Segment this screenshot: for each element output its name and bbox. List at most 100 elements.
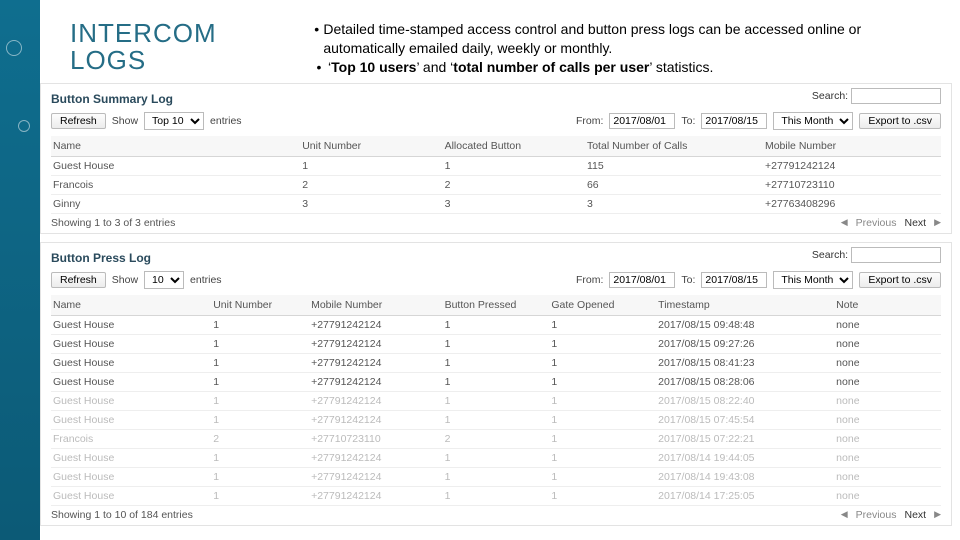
col-btn[interactable]: Allocated Button bbox=[443, 136, 585, 157]
cell-calls: 66 bbox=[585, 175, 763, 194]
cell-ts: 2017/08/15 08:41:23 bbox=[656, 353, 834, 372]
summary-show-select[interactable]: Top 10 bbox=[144, 112, 204, 130]
press-search-input[interactable] bbox=[851, 247, 941, 263]
cell-name: Guest House bbox=[51, 391, 211, 410]
next-icon: ▶ bbox=[934, 509, 941, 520]
title-line1: INTERCOM bbox=[70, 18, 217, 48]
cell-pressed: 1 bbox=[443, 372, 550, 391]
summary-search-input[interactable] bbox=[851, 88, 941, 104]
cell-gate: 1 bbox=[549, 429, 656, 448]
cell-unit: 1 bbox=[211, 353, 309, 372]
cell-gate: 1 bbox=[549, 467, 656, 486]
cell-gate: 1 bbox=[549, 315, 656, 334]
cell-pressed: 1 bbox=[443, 353, 550, 372]
summary-prev[interactable]: Previous bbox=[856, 217, 897, 229]
summary-to-input[interactable] bbox=[701, 113, 767, 129]
col-unit[interactable]: Unit Number bbox=[211, 295, 309, 316]
press-table: Name Unit Number Mobile Number Button Pr… bbox=[51, 295, 941, 506]
cell-unit: 3 bbox=[300, 194, 442, 213]
summary-table: Name Unit Number Allocated Button Total … bbox=[51, 136, 941, 214]
summary-title: Button Summary Log bbox=[51, 92, 941, 106]
press-next[interactable]: Next bbox=[904, 509, 926, 521]
entries-label: entries bbox=[190, 274, 222, 286]
press-prev[interactable]: Previous bbox=[856, 509, 897, 521]
col-name[interactable]: Name bbox=[51, 295, 211, 316]
cell-ts: 2017/08/15 07:22:21 bbox=[656, 429, 834, 448]
cell-name: Guest House bbox=[51, 156, 300, 175]
cell-name: Guest House bbox=[51, 448, 211, 467]
to-label: To: bbox=[681, 115, 695, 127]
cell-unit: 1 bbox=[211, 372, 309, 391]
cell-note: none bbox=[834, 410, 941, 429]
cell-gate: 1 bbox=[549, 334, 656, 353]
cell-pressed: 1 bbox=[443, 410, 550, 429]
summary-export-button[interactable]: Export to .csv bbox=[859, 113, 941, 129]
search-label: Search: bbox=[812, 90, 848, 102]
cell-name: Guest House bbox=[51, 486, 211, 505]
col-ts[interactable]: Timestamp bbox=[656, 295, 834, 316]
cell-pressed: 1 bbox=[443, 334, 550, 353]
cell-pressed: 1 bbox=[443, 467, 550, 486]
press-pager: ◀ Previous Next ▶ bbox=[841, 509, 941, 521]
cell-mobile: +27791242124 bbox=[309, 467, 443, 486]
slide-bullets: •Detailed time-stamped access control an… bbox=[310, 20, 940, 77]
press-search: Search: bbox=[812, 247, 941, 263]
cell-gate: 1 bbox=[549, 448, 656, 467]
press-show-select[interactable]: 10 bbox=[144, 271, 184, 289]
table-row: Francois2+27710723110212017/08/15 07:22:… bbox=[51, 429, 941, 448]
table-row: Guest House1+27791242124112017/08/15 08:… bbox=[51, 372, 941, 391]
cell-gate: 1 bbox=[549, 372, 656, 391]
cell-ts: 2017/08/15 09:48:48 bbox=[656, 315, 834, 334]
table-row: Guest House1+27791242124112017/08/14 19:… bbox=[51, 467, 941, 486]
press-title: Button Press Log bbox=[51, 251, 941, 265]
cell-name: Ginny bbox=[51, 194, 300, 213]
summary-refresh-button[interactable]: Refresh bbox=[51, 113, 106, 129]
cell-pressed: 1 bbox=[443, 486, 550, 505]
to-label: To: bbox=[681, 274, 695, 286]
summary-search: Search: bbox=[812, 88, 941, 104]
col-gate[interactable]: Gate Opened bbox=[549, 295, 656, 316]
from-label: From: bbox=[576, 115, 603, 127]
press-to-input[interactable] bbox=[701, 272, 767, 288]
press-range-select[interactable]: This Month bbox=[773, 271, 853, 289]
cell-name: Francois bbox=[51, 175, 300, 194]
press-from-input[interactable] bbox=[609, 272, 675, 288]
cell-name: Guest House bbox=[51, 315, 211, 334]
col-note[interactable]: Note bbox=[834, 295, 941, 316]
summary-toolbar: Refresh Show Top 10 entries From: To: Th… bbox=[51, 112, 941, 130]
cell-btn: 1 bbox=[443, 156, 585, 175]
summary-showing: Showing 1 to 3 of 3 entries bbox=[51, 217, 175, 229]
cell-name: Guest House bbox=[51, 467, 211, 486]
cell-gate: 1 bbox=[549, 486, 656, 505]
press-panel: Search: Button Press Log Refresh Show 10… bbox=[40, 242, 952, 526]
cell-mobile: +27791242124 bbox=[309, 448, 443, 467]
summary-next[interactable]: Next bbox=[904, 217, 926, 229]
cell-unit: 1 bbox=[211, 315, 309, 334]
col-name[interactable]: Name bbox=[51, 136, 300, 157]
cell-ts: 2017/08/15 09:27:26 bbox=[656, 334, 834, 353]
table-row: Guest House1+27791242124112017/08/15 07:… bbox=[51, 410, 941, 429]
table-row: Francois2266+27710723110 bbox=[51, 175, 941, 194]
cell-gate: 1 bbox=[549, 391, 656, 410]
from-label: From: bbox=[576, 274, 603, 286]
cell-note: none bbox=[834, 486, 941, 505]
summary-from-input[interactable] bbox=[609, 113, 675, 129]
bullet-1: Detailed time-stamped access control and… bbox=[323, 20, 940, 58]
cell-note: none bbox=[834, 448, 941, 467]
col-mobile[interactable]: Mobile Number bbox=[309, 295, 443, 316]
col-pressed[interactable]: Button Pressed bbox=[443, 295, 550, 316]
press-refresh-button[interactable]: Refresh bbox=[51, 272, 106, 288]
slide-header: INTERCOM LOGS •Detailed time-stamped acc… bbox=[0, 0, 960, 83]
bullet-2: ‘Top 10 users’ and ‘total number of call… bbox=[328, 58, 713, 77]
summary-footer: Showing 1 to 3 of 3 entries ◀ Previous N… bbox=[51, 214, 941, 229]
title-line2: LOGS bbox=[70, 45, 146, 75]
col-calls[interactable]: Total Number of Calls bbox=[585, 136, 763, 157]
col-unit[interactable]: Unit Number bbox=[300, 136, 442, 157]
col-mobile[interactable]: Mobile Number bbox=[763, 136, 941, 157]
show-label: Show bbox=[112, 115, 138, 127]
search-label: Search: bbox=[812, 249, 848, 261]
summary-range-select[interactable]: This Month bbox=[773, 112, 853, 130]
cell-name: Guest House bbox=[51, 334, 211, 353]
prev-icon: ◀ bbox=[841, 509, 848, 520]
press-export-button[interactable]: Export to .csv bbox=[859, 272, 941, 288]
